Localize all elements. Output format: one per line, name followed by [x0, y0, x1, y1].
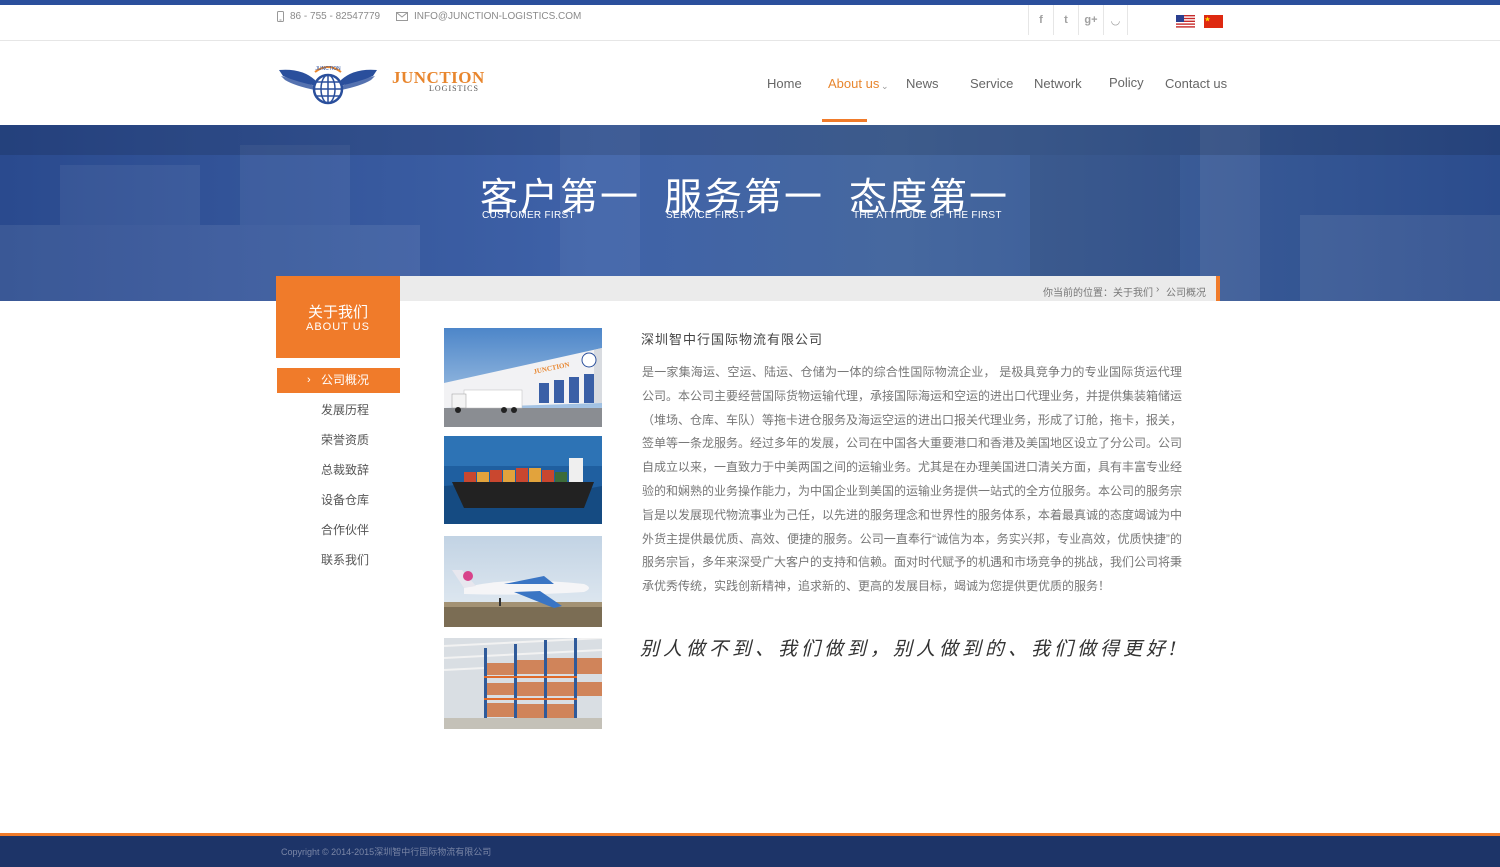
page: 86 - 755 - 82547779 INFO@JUNCTION-LOGIST… — [0, 0, 1500, 867]
email-address[interactable]: INFO@JUNCTION-LOGISTICS.COM — [414, 11, 581, 22]
slogan-service-first-en: SERVICE FIRST — [666, 210, 746, 221]
logo-badge-text: JUNCTION — [315, 66, 341, 72]
facebook-icon[interactable]: f — [1028, 5, 1053, 35]
logo-emblem-icon[interactable]: JUNCTION — [277, 62, 379, 106]
sidebar-item-partners[interactable]: 合作伙伴 — [277, 518, 400, 543]
logo-subtitle: LOGISTICS — [429, 84, 479, 93]
email-contact[interactable]: INFO@JUNCTION-LOGISTICS.COM — [396, 11, 581, 22]
email-icon — [396, 12, 408, 21]
sidebar-item-label: 合作伙伴 — [321, 523, 370, 537]
sidebar-title-en: ABOUT US — [305, 321, 371, 333]
chevron-right-icon: › — [307, 374, 311, 386]
top-bar — [0, 5, 1500, 41]
sidebar-item-label: 联系我们 — [321, 553, 370, 567]
header — [0, 41, 1500, 125]
china-flag-icon[interactable] — [1204, 15, 1223, 28]
nav-network[interactable]: Network — [1034, 76, 1082, 91]
twitter-icon[interactable]: t — [1053, 5, 1078, 35]
sidebar-item-history[interactable]: 发展历程 — [277, 398, 400, 423]
warehouse-shelves-image — [444, 638, 602, 729]
nav-service[interactable]: Service — [970, 76, 1013, 91]
rss-icon[interactable]: ◡ — [1103, 5, 1128, 35]
sidebar-item-honors[interactable]: 荣誉资质 — [277, 428, 400, 453]
sidebar-item-label: 发展历程 — [321, 403, 370, 417]
sidebar-item-label: 公司概况 — [321, 373, 370, 387]
phone-icon — [277, 11, 284, 22]
company-description: 是一家集海运、空运、陆运、仓储为一体的综合性国际物流企业， 是极具竞争力的专业国… — [642, 365, 1183, 594]
nav-about-us[interactable]: About us — [828, 76, 879, 91]
breadcrumb-current[interactable]: 公司概况 — [1166, 284, 1206, 299]
nav-news[interactable]: News — [906, 76, 939, 91]
nav-home[interactable]: Home — [767, 76, 802, 91]
copyright-text: Copyright © 2014-2015深圳智中行国际物流有限公司 — [281, 847, 492, 857]
sidebar-item-label: 总裁致辞 — [321, 463, 370, 477]
nav-active-indicator — [822, 119, 867, 122]
phone-number: 86 - 755 - 82547779 — [290, 11, 381, 22]
sidebar-title: 关于我们 — [307, 304, 368, 321]
sidebar-item-company-overview[interactable]: › 公司概况 — [277, 368, 400, 393]
slogan-attitude-first-en: THE ATTITUDE OF THE FIRST — [853, 210, 1002, 221]
breadcrumb-about-us[interactable]: 关于我们 — [1113, 284, 1153, 299]
breadcrumb-prefix: 你当前的位置： — [1043, 288, 1113, 299]
nav-contact-us[interactable]: Contact us — [1165, 76, 1227, 91]
footer — [0, 833, 1500, 867]
sidebar-item-contact[interactable]: 联系我们 — [277, 548, 400, 573]
google-plus-icon[interactable]: g+ — [1078, 5, 1103, 35]
company-motto: 别人做不到、我们做到，别人做到的、我们做得更好! — [640, 638, 1181, 660]
social-links: f t g+ ◡ — [1028, 5, 1128, 35]
sidebar-item-president-message[interactable]: 总裁致辞 — [277, 458, 400, 483]
breadcrumb-separator-icon: › — [1156, 284, 1160, 295]
warehouse-truck-image: JUNCTION — [444, 328, 602, 427]
cargo-ship-image — [444, 436, 602, 524]
us-flag-icon[interactable] — [1176, 15, 1195, 28]
nav-policy[interactable]: Policy — [1109, 75, 1144, 90]
airplane-image — [444, 536, 602, 627]
chevron-down-icon[interactable]: ⌄ — [881, 81, 889, 92]
company-name: 深圳智中行国际物流有限公司 — [641, 332, 824, 347]
sidebar-item-warehouse[interactable]: 设备仓库 — [277, 488, 400, 513]
phone-contact: 86 - 755 - 82547779 — [277, 11, 380, 22]
sidebar-item-label: 荣誉资质 — [321, 433, 370, 447]
sidebar-item-label: 设备仓库 — [321, 493, 370, 507]
sidebar-header: 关于我们 ABOUT US — [276, 276, 400, 358]
slogan-customer-first-en: CUSTOMER FIRST — [482, 210, 575, 221]
